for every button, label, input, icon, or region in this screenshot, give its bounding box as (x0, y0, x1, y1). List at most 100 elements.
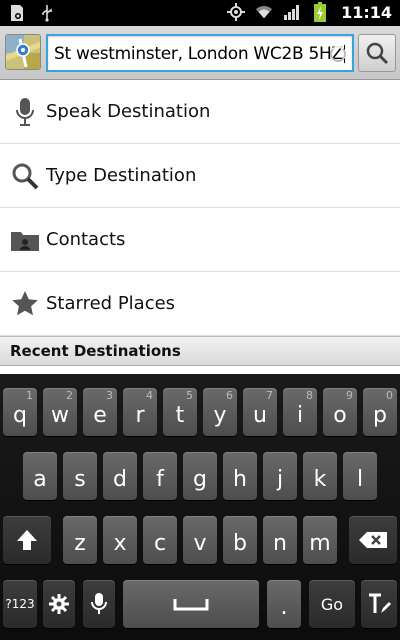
key-number-hint: 8 (306, 389, 313, 402)
soft-keyboard: ?123 . Go q1w2e3r4t5y6u7i8o9p0asdfghjklz… (0, 374, 400, 640)
key-number-hint: 2 (66, 389, 73, 402)
key-w[interactable]: w2 (43, 388, 77, 436)
key-m[interactable]: m (303, 516, 337, 564)
menu-item-label: Starred Places (46, 293, 176, 314)
key-y[interactable]: y6 (203, 388, 237, 436)
key-label: w (51, 402, 69, 428)
key-label: g (193, 466, 207, 492)
key-g[interactable]: g (183, 452, 217, 500)
key-number-hint: 1 (26, 389, 33, 402)
symbols-key[interactable]: ?123 (3, 580, 37, 628)
search-input-text: St westminster, London WC2B 5HZ (54, 44, 345, 64)
key-label: f (156, 466, 164, 492)
text-format-key[interactable] (361, 580, 397, 628)
period-key[interactable]: . (267, 580, 301, 628)
usb-icon (38, 3, 56, 23)
signal-icon (283, 2, 301, 22)
key-number-hint: 7 (266, 389, 273, 402)
key-label: i (296, 402, 304, 428)
key-label: n (273, 530, 287, 556)
key-label: u (253, 402, 267, 428)
key-p[interactable]: p0 (363, 388, 397, 436)
key-label: t (175, 402, 185, 428)
star-icon (10, 289, 40, 319)
key-d[interactable]: d (103, 452, 137, 500)
navigation-app-icon[interactable] (5, 34, 41, 70)
starred-places-item[interactable]: Starred Places (0, 272, 400, 336)
contacts-item[interactable]: Contacts (0, 208, 400, 272)
key-label: c (153, 530, 167, 556)
key-q[interactable]: q1 (3, 388, 37, 436)
key-a[interactable]: a (23, 452, 57, 500)
key-label: l (356, 466, 364, 492)
key-label: j (276, 466, 284, 492)
microphone-icon (10, 97, 40, 127)
key-number-hint: 5 (186, 389, 193, 402)
key-j[interactable]: j (263, 452, 297, 500)
status-left-icons (8, 3, 56, 23)
key-u[interactable]: u7 (243, 388, 277, 436)
voice-input-key[interactable] (83, 580, 115, 628)
search-button[interactable] (358, 34, 396, 72)
wifi-icon (255, 2, 273, 22)
search-icon (366, 42, 389, 65)
settings-key[interactable] (43, 580, 75, 628)
key-f[interactable]: f (143, 452, 177, 500)
shift-key[interactable] (3, 516, 51, 564)
key-h[interactable]: h (223, 452, 257, 500)
key-label: e (93, 402, 107, 428)
key-label: b (233, 530, 247, 556)
key-label: q (13, 402, 27, 428)
key-r[interactable]: r4 (123, 388, 157, 436)
menu-item-label: Speak Destination (46, 101, 211, 122)
key-label: k (313, 466, 327, 492)
go-key[interactable]: Go (309, 580, 355, 628)
menu-item-label: Type Destination (46, 165, 197, 186)
key-k[interactable]: k (303, 452, 337, 500)
status-right-icons: 11:14 (227, 2, 392, 22)
key-number-hint: 9 (346, 389, 353, 402)
key-v[interactable]: v (183, 516, 217, 564)
key-l[interactable]: l (343, 452, 377, 500)
key-label: r (135, 402, 145, 428)
key-o[interactable]: o9 (323, 388, 357, 436)
type-destination-item[interactable]: Type Destination (0, 144, 400, 208)
battery-charging-icon (311, 2, 329, 22)
key-c[interactable]: c (143, 516, 177, 564)
key-x[interactable]: x (103, 516, 137, 564)
key-n[interactable]: n (263, 516, 297, 564)
key-label: y (213, 402, 227, 428)
folder-contacts-icon (10, 225, 40, 255)
key-i[interactable]: i8 (283, 388, 317, 436)
key-s[interactable]: s (63, 452, 97, 500)
recent-destinations-list (0, 366, 400, 374)
key-label: m (309, 530, 331, 556)
shift-arrow-icon (17, 530, 37, 550)
sd-card-notification-icon (8, 3, 26, 23)
key-number-hint: 0 (386, 389, 393, 402)
key-b[interactable]: b (223, 516, 257, 564)
key-z[interactable]: z (63, 516, 97, 564)
status-bar: 11:14 (0, 0, 400, 26)
key-number-hint: 4 (146, 389, 153, 402)
key-label: x (113, 530, 127, 556)
key-label: s (74, 466, 86, 492)
menu-item-label: Contacts (46, 229, 126, 250)
key-e[interactable]: e3 (83, 388, 117, 436)
key-label: o (333, 402, 347, 428)
destination-search-input[interactable]: St westminster, London WC2B 5HZ (46, 34, 354, 72)
space-key[interactable] (123, 580, 259, 628)
section-title: Recent Destinations (10, 342, 181, 360)
key-label: h (233, 466, 247, 492)
backspace-key[interactable] (349, 516, 397, 564)
space-bar-icon (173, 599, 209, 611)
search-header: St westminster, London WC2B 5HZ (0, 26, 400, 80)
key-label: z (74, 530, 86, 556)
speak-destination-item[interactable]: Speak Destination (0, 80, 400, 144)
key-label: p (373, 402, 387, 428)
key-t[interactable]: t5 (163, 388, 197, 436)
gps-icon (227, 2, 246, 22)
destination-options-list: Speak Destination Type Destination Conta… (0, 80, 400, 336)
recent-destinations-header: Recent Destinations (0, 336, 400, 366)
gear-icon (49, 594, 69, 614)
